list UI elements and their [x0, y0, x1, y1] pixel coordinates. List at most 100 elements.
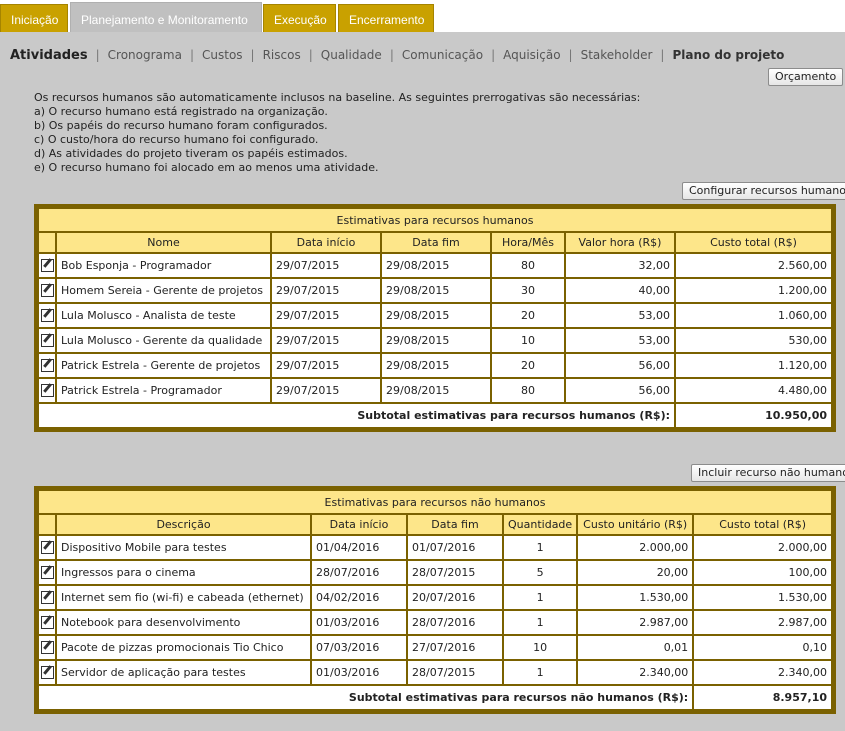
- cell-quantidade: 5: [504, 561, 577, 584]
- info-line: e) O recurso humano foi alocado em ao me…: [34, 161, 379, 174]
- separator: |: [568, 48, 573, 62]
- subtotal-row: Subtotal estimativas para recursos human…: [39, 404, 831, 427]
- cell-hora-mes: 80: [492, 379, 564, 402]
- cell-valor-hora: 56,00: [566, 354, 674, 377]
- table-row: Patrick Estrela - Gerente de projetos 29…: [39, 354, 831, 377]
- cell-hora-mes: 20: [492, 354, 564, 377]
- edit-icon[interactable]: [39, 536, 55, 559]
- cell-data-fim: 29/08/2015: [382, 279, 490, 302]
- header-icon-col: [39, 233, 55, 252]
- header-valor-hora: Valor hora (R$): [566, 233, 674, 252]
- subnav-cronograma[interactable]: Cronograma: [108, 48, 182, 62]
- orcamento-button[interactable]: Orçamento: [768, 68, 844, 86]
- cell-custo-total: 0,10: [694, 636, 831, 659]
- table-row: Homem Sereia - Gerente de projetos 29/07…: [39, 279, 831, 302]
- cell-custo-total: 1.200,00: [676, 279, 831, 302]
- header-data-inicio: Data início: [272, 233, 380, 252]
- cell-custo-total: 1.060,00: [676, 304, 831, 327]
- cell-data-inicio: 01/03/2016: [312, 661, 406, 684]
- table-row: Lula Molusco - Analista de teste 29/07/2…: [39, 304, 831, 327]
- subnav-custos[interactable]: Custos: [202, 48, 243, 62]
- subnav-stakeholder[interactable]: Stakeholder: [581, 48, 653, 62]
- non-hr-table-title: Estimativas para recursos não humanos: [39, 491, 831, 513]
- hr-estimates-table: Estimativas para recursos humanos Nome D…: [37, 207, 833, 429]
- edit-icon[interactable]: [39, 329, 55, 352]
- edit-icon[interactable]: [39, 561, 55, 584]
- cell-data-inicio: 29/07/2015: [272, 329, 380, 352]
- cell-valor-hora: 40,00: [566, 279, 674, 302]
- edit-icon[interactable]: [39, 279, 55, 302]
- hr-subtotal-value: 10.950,00: [676, 404, 831, 427]
- table-row: Ingressos para o cinema 28/07/2016 28/07…: [39, 561, 831, 584]
- edit-icon[interactable]: [39, 379, 55, 402]
- tab-iniciacao[interactable]: Iniciação: [0, 4, 68, 32]
- cell-custo-total: 1.120,00: [676, 354, 831, 377]
- cell-custo-unitario: 2.987,00: [578, 611, 693, 634]
- configurar-recursos-humanos-button[interactable]: Configurar recursos humanos: [682, 182, 845, 200]
- header-custo-total: Custo total (R$): [694, 515, 831, 534]
- cell-descricao: Ingressos para o cinema: [57, 561, 310, 584]
- table-row: Servidor de aplicação para testes 01/03/…: [39, 661, 831, 684]
- cell-data-fim: 27/07/2016: [408, 636, 502, 659]
- app-frame: Iniciação Planejamento e Monitoramento E…: [0, 0, 845, 731]
- non-hr-estimates-table: Estimativas para recursos não humanos De…: [37, 489, 833, 711]
- subnav-riscos[interactable]: Riscos: [263, 48, 301, 62]
- cell-valor-hora: 56,00: [566, 379, 674, 402]
- cell-custo-total: 100,00: [694, 561, 831, 584]
- subtotal-row: Subtotal estimativas para recursos não h…: [39, 686, 831, 709]
- cell-nome: Patrick Estrela - Gerente de projetos: [57, 354, 270, 377]
- cell-descricao: Internet sem fio (wi-fi) e cabeada (ethe…: [57, 586, 310, 609]
- info-line: a) O recurso humano está registrado na o…: [34, 105, 328, 118]
- edit-icon[interactable]: [39, 611, 55, 634]
- cell-data-inicio: 29/07/2015: [272, 354, 380, 377]
- cell-custo-unitario: 1.530,00: [578, 586, 693, 609]
- edit-icon[interactable]: [39, 586, 55, 609]
- cell-nome: Homem Sereia - Gerente de projetos: [57, 279, 270, 302]
- separator: |: [308, 48, 313, 62]
- cell-valor-hora: 53,00: [566, 329, 674, 352]
- table-row: Notebook para desenvolvimento 01/03/2016…: [39, 611, 831, 634]
- cell-custo-total: 530,00: [676, 329, 831, 352]
- header-quantidade: Quantidade: [504, 515, 577, 534]
- cell-nome: Patrick Estrela - Programador: [57, 379, 270, 402]
- subnav-plano-do-projeto[interactable]: Plano do projeto: [672, 48, 784, 62]
- cell-data-fim: 20/07/2016: [408, 586, 502, 609]
- edit-icon[interactable]: [39, 661, 55, 684]
- edit-icon[interactable]: [39, 354, 55, 377]
- subnav-atividades[interactable]: Atividades: [10, 48, 88, 63]
- tab-planejamento[interactable]: Planejamento e Monitoramento: [70, 2, 262, 34]
- subnav-comunicacao[interactable]: Comunicação: [402, 48, 483, 62]
- header-data-fim: Data fim: [382, 233, 490, 252]
- cell-custo-unitario: 20,00: [578, 561, 693, 584]
- table-row: Patrick Estrela - Programador 29/07/2015…: [39, 379, 831, 402]
- separator: |: [491, 48, 496, 62]
- cell-quantidade: 1: [504, 536, 577, 559]
- separator: |: [250, 48, 255, 62]
- cell-quantidade: 10: [504, 636, 577, 659]
- cell-valor-hora: 53,00: [566, 304, 674, 327]
- cell-custo-unitario: 2.340,00: [578, 661, 693, 684]
- info-line: Os recursos humanos são automaticamente …: [34, 91, 641, 104]
- cell-data-fim: 29/08/2015: [382, 254, 490, 277]
- subnav-qualidade[interactable]: Qualidade: [321, 48, 382, 62]
- header-custo-total: Custo total (R$): [676, 233, 831, 252]
- tab-encerramento[interactable]: Encerramento: [338, 4, 434, 32]
- table-row: Dispositivo Mobile para testes 01/04/201…: [39, 536, 831, 559]
- tab-execucao[interactable]: Execução: [263, 4, 336, 32]
- non-hr-estimates-panel: Estimativas para recursos não humanos De…: [34, 486, 836, 714]
- separator: |: [660, 48, 665, 62]
- cell-data-inicio: 29/07/2015: [272, 279, 380, 302]
- cell-data-fim: 29/08/2015: [382, 329, 490, 352]
- cell-data-inicio: 04/02/2016: [312, 586, 406, 609]
- cell-hora-mes: 30: [492, 279, 564, 302]
- cell-custo-total: 4.480,00: [676, 379, 831, 402]
- hr-table-title: Estimativas para recursos humanos: [39, 209, 831, 231]
- hr-estimates-panel: Estimativas para recursos humanos Nome D…: [34, 204, 836, 432]
- edit-icon[interactable]: [39, 254, 55, 277]
- cell-nome: Lula Molusco - Gerente da qualidade: [57, 329, 270, 352]
- edit-icon[interactable]: [39, 304, 55, 327]
- header-custo-unitario: Custo unitário (R$): [578, 515, 693, 534]
- subnav-aquisicao[interactable]: Aquisição: [503, 48, 560, 62]
- edit-icon[interactable]: [39, 636, 55, 659]
- incluir-recurso-nao-humano-button[interactable]: Incluir recurso não humano: [691, 464, 845, 482]
